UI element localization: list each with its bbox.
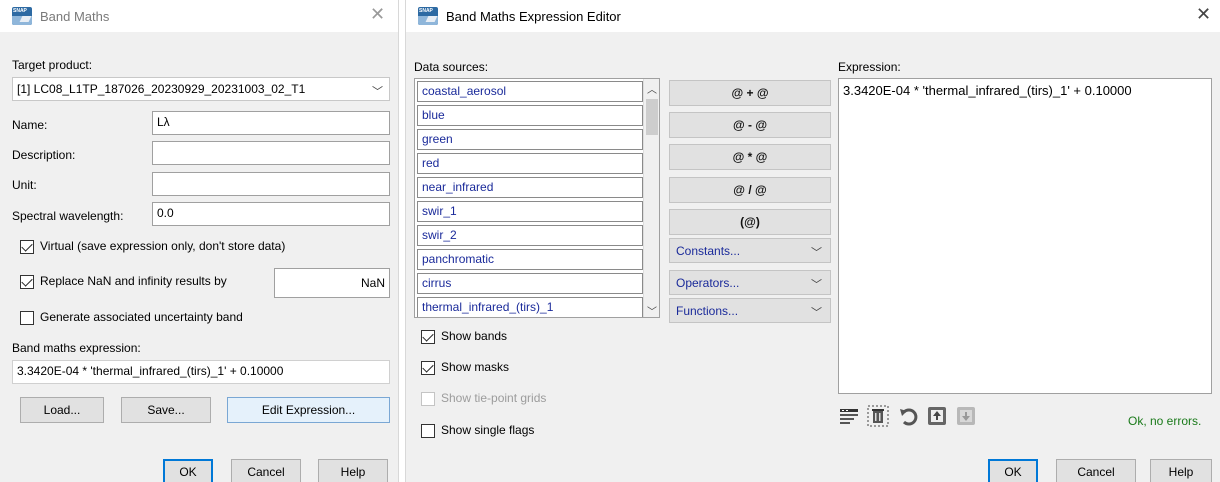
show-single-flags-label: Show single flags: [441, 423, 535, 437]
target-product-label: Target product:: [12, 58, 93, 72]
cancel-button[interactable]: Cancel: [231, 459, 301, 482]
help-button[interactable]: Help: [1150, 459, 1212, 482]
target-product-select[interactable]: [1] LC08_L1TP_187026_20230929_20231003_0…: [12, 77, 390, 101]
target-product-value: [1] LC08_L1TP_187026_20230929_20231003_0…: [17, 82, 306, 96]
list-item[interactable]: swir_1: [417, 201, 643, 222]
spectral-wavelength-input[interactable]: 0.0: [152, 202, 390, 226]
data-sources-list[interactable]: coastal_aerosol blue green red near_infr…: [414, 78, 660, 318]
spectral-wavelength-label: Spectral wavelength:: [12, 209, 124, 223]
scroll-thumb[interactable]: [646, 99, 658, 135]
export-expression-icon[interactable]: [955, 405, 977, 427]
uncertainty-checkbox[interactable]: [20, 311, 34, 325]
ok-button-label: OK: [179, 465, 197, 479]
cancel-button-label: Cancel: [1077, 465, 1115, 479]
help-button-label: Help: [340, 465, 366, 479]
snap-app-icon: SNAP: [12, 7, 32, 25]
list-item[interactable]: blue: [417, 105, 643, 126]
add-operator-button[interactable]: @ + @: [669, 80, 831, 106]
divide-operator-button[interactable]: @ / @: [669, 177, 831, 203]
list-scrollbar[interactable]: ︿ ﹀: [643, 79, 659, 317]
list-item[interactable]: red: [417, 153, 643, 174]
operators-dropdown[interactable]: Operators... ﹀: [669, 270, 831, 295]
window-title: Band Maths Expression Editor: [446, 8, 621, 24]
replace-nan-label: Replace NaN and infinity results by: [40, 274, 227, 288]
virtual-label: Virtual (save expression only, don't sto…: [40, 239, 286, 253]
show-bands-checkbox[interactable]: [421, 330, 435, 344]
import-expression-icon[interactable]: [926, 405, 948, 427]
name-input[interactable]: Lλ: [152, 111, 390, 135]
window-divider: [398, 0, 406, 482]
show-single-flags-checkbox[interactable]: [421, 424, 435, 438]
undo-icon[interactable]: [898, 406, 920, 428]
constants-dropdown[interactable]: Constants... ﹀: [669, 238, 831, 263]
chevron-down-icon: ﹀: [811, 247, 822, 259]
scroll-up-icon[interactable]: ︿: [647, 81, 657, 96]
show-tiepoint-checkbox[interactable]: [421, 392, 435, 406]
functions-dropdown[interactable]: Functions... ﹀: [669, 298, 831, 323]
band-maths-titlebar[interactable]: SNAP Band Maths ✕: [0, 0, 398, 32]
load-button-label: Load...: [43, 403, 81, 417]
list-item[interactable]: cirrus: [417, 273, 643, 294]
name-label: Name:: [12, 118, 48, 132]
show-bands-label: Show bands: [441, 329, 508, 343]
window-title: Band Maths: [40, 8, 110, 24]
expression-editor-titlebar[interactable]: SNAP Band Maths Expression Editor ✕: [406, 0, 1220, 32]
show-masks-label: Show masks: [441, 360, 510, 374]
expression-label: Expression:: [838, 60, 901, 74]
list-item[interactable]: coastal_aerosol: [417, 81, 643, 102]
chevron-down-icon: ﹀: [811, 307, 822, 319]
constants-label: Constants...: [676, 244, 741, 258]
unit-input[interactable]: [152, 172, 390, 196]
close-icon[interactable]: ✕: [370, 4, 385, 25]
show-tiepoint-label: Show tie-point grids: [441, 391, 547, 405]
help-button-label: Help: [1168, 465, 1194, 479]
parentheses-operator-button[interactable]: (@): [669, 209, 831, 235]
ok-button-label: OK: [1004, 465, 1022, 479]
show-masks-checkbox[interactable]: [421, 361, 435, 375]
replace-nan-checkbox[interactable]: [20, 275, 34, 289]
list-item[interactable]: swir_2: [417, 225, 643, 246]
edit-expression-button[interactable]: Edit Expression...: [227, 397, 390, 423]
product-history-icon[interactable]: [838, 406, 860, 428]
clear-trash-icon[interactable]: [867, 405, 889, 427]
band-maths-dialog: SNAP Band Maths ✕ Target product: [1] LC…: [0, 0, 398, 482]
list-item[interactable]: panchromatic: [417, 249, 643, 270]
save-button[interactable]: Save...: [121, 397, 211, 423]
cancel-button[interactable]: Cancel: [1056, 459, 1136, 482]
uncertainty-label: Generate associated uncertainty band: [40, 310, 243, 324]
description-label: Description:: [12, 148, 76, 162]
band-maths-expression-field[interactable]: 3.3420E-04 * 'thermal_infrared_(tirs)_1'…: [12, 360, 390, 384]
replace-nan-input[interactable]: NaN: [274, 268, 390, 298]
list-item[interactable]: thermal_infrared_(tirs)_1: [417, 297, 643, 317]
virtual-checkbox[interactable]: [20, 240, 34, 254]
ok-button[interactable]: OK: [163, 459, 213, 482]
chevron-down-icon: ﹀: [811, 279, 822, 291]
subtract-operator-button[interactable]: @ - @: [669, 112, 831, 138]
snap-app-icon: SNAP: [418, 7, 438, 25]
data-sources-label: Data sources:: [414, 60, 489, 74]
cancel-button-label: Cancel: [247, 465, 285, 479]
multiply-operator-button[interactable]: @ * @: [669, 144, 831, 170]
list-item[interactable]: near_infrared: [417, 177, 643, 198]
expression-textarea[interactable]: 3.3420E-04 * 'thermal_infrared_(tirs)_1'…: [838, 78, 1212, 394]
band-maths-expression-label: Band maths expression:: [12, 341, 141, 355]
ok-button[interactable]: OK: [988, 459, 1038, 482]
unit-label: Unit:: [12, 178, 37, 192]
list-item[interactable]: green: [417, 129, 643, 150]
help-button[interactable]: Help: [318, 459, 388, 482]
status-text: Ok, no errors.: [1128, 414, 1202, 428]
scroll-down-icon[interactable]: ﹀: [647, 303, 657, 317]
load-button[interactable]: Load...: [20, 397, 104, 423]
save-button-label: Save...: [147, 403, 185, 417]
operators-label: Operators...: [676, 276, 740, 290]
functions-label: Functions...: [676, 304, 739, 318]
edit-expression-button-label: Edit Expression...: [261, 403, 356, 417]
description-input[interactable]: [152, 141, 390, 165]
close-icon[interactable]: ✕: [1196, 4, 1211, 25]
chevron-down-icon: ﹀: [372, 86, 383, 98]
